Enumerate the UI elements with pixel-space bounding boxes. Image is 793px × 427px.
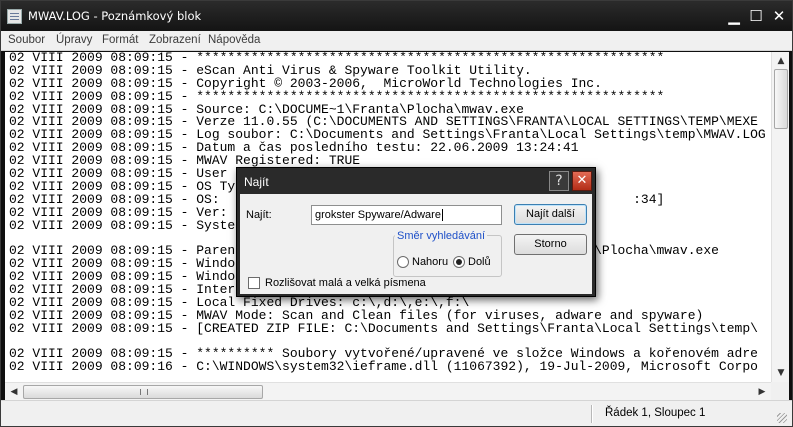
resize-grip-icon[interactable] [777,413,787,423]
match-case-label[interactable]: Rozlišovat malá a velká písmena [265,277,426,289]
find-dialog-title: Najít [244,175,269,189]
direction-down-radio[interactable] [453,256,465,268]
direction-up-radio[interactable] [397,256,409,268]
direction-up-label[interactable]: Nahoru [412,256,448,268]
match-case-checkbox[interactable] [248,277,260,289]
direction-down-label[interactable]: Dolů [468,256,491,268]
minimize-button[interactable]: ▁ [724,7,744,25]
horizontal-scroll-thumb[interactable] [23,385,263,399]
log-line: 02 VIII 2009 08:09:15 - [CREATED ZIP FIL… [9,320,758,336]
scrollbar-corner [771,382,789,400]
status-bar: Řádek 1, Sloupec 1 [1,400,792,426]
find-dialog-body: Najít: grokster Spyware/Adware Najít dal… [240,194,592,294]
menu-edit[interactable]: Úpravy [56,34,92,46]
close-button[interactable]: ✕ [769,7,789,25]
cursor-position: Řádek 1, Sloupec 1 [605,407,706,419]
menu-view[interactable]: Zobrazení [149,34,201,46]
help-button[interactable]: ? [549,171,569,191]
maximize-button[interactable]: ☐ [746,7,766,25]
menu-help[interactable]: Nápověda [208,34,260,46]
status-divider [591,405,593,423]
window-title: MWAV.LOG - Poznámkový blok [28,9,202,23]
scroll-left-button[interactable]: ◀ [6,384,22,400]
find-label: Najít: [246,209,272,221]
menu-file[interactable]: Soubor [8,34,45,46]
menu-format[interactable]: Formát [102,34,138,46]
horizontal-scrollbar[interactable]: ◀ ▶ [5,382,771,400]
direction-legend: Směr vyhledávání [395,230,488,242]
menu-bar: Soubor Úpravy Formát Zobrazení Nápověda [1,31,792,51]
find-input-value: grokster Spyware/Adware [315,209,441,221]
grip-icon [140,389,148,395]
find-input[interactable]: grokster Spyware/Adware [311,205,502,225]
log-line: 02 VIII 2009 08:09:16 - C:\WINDOWS\syste… [9,359,758,375]
scroll-up-button[interactable]: ▲ [773,53,789,69]
notepad-icon [7,9,22,24]
scroll-right-button[interactable]: ▶ [754,384,770,400]
vertical-scrollbar[interactable]: ▲ ▼ [771,52,789,382]
cancel-button[interactable]: Storno [514,234,587,255]
dialog-close-button[interactable]: ✕ [572,171,592,191]
text-caret [441,209,443,222]
vertical-scroll-thumb[interactable] [774,69,788,129]
title-bar[interactable]: MWAV.LOG - Poznámkový blok ▁ ☐ ✕ [1,1,792,31]
find-next-button[interactable]: Najít další [514,204,587,225]
find-dialog: Najít ? ✕ Najít: grokster Spyware/Adware… [236,167,596,297]
scroll-down-button[interactable]: ▼ [773,365,789,381]
